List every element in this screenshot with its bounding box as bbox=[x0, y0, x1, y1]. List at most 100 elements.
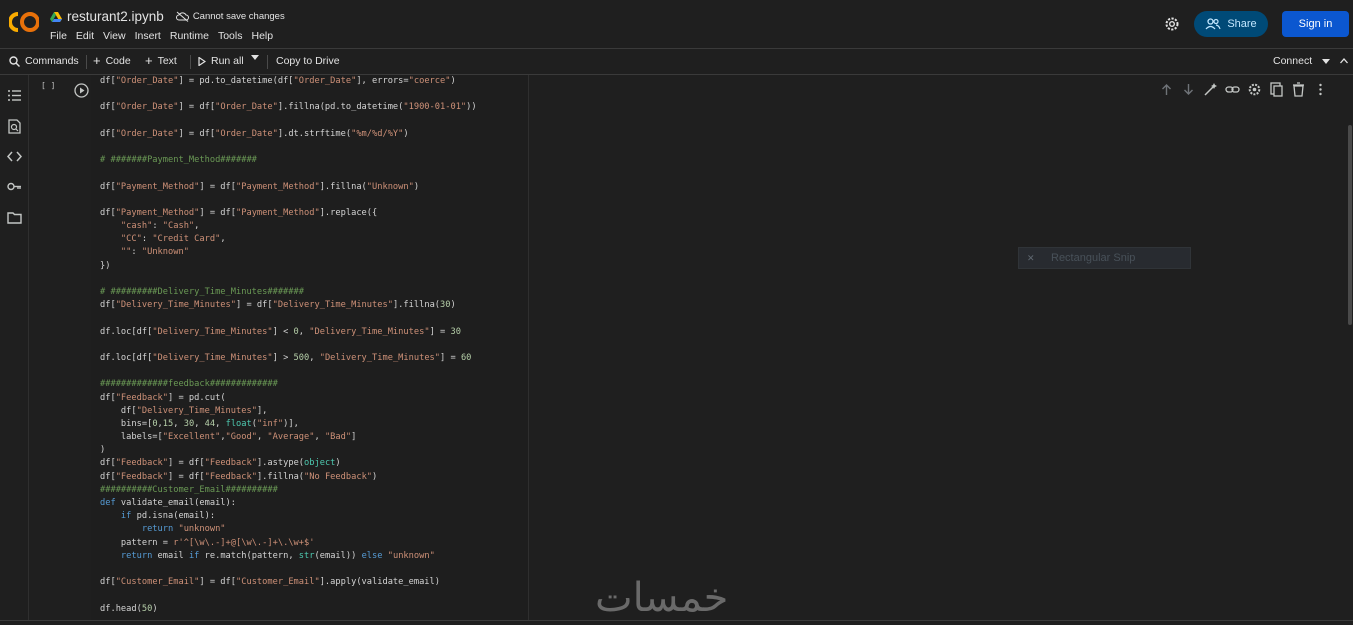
code-line[interactable]: "": "Unknown" bbox=[100, 246, 477, 259]
code-line[interactable]: df["Order_Date"] = pd.to_datetime(df["Or… bbox=[100, 75, 477, 88]
commands-button[interactable]: Commands bbox=[9, 55, 79, 67]
code-line[interactable]: df["Order_Date"] = df["Order_Date"].dt.s… bbox=[100, 128, 477, 141]
code-line[interactable]: ##########Customer_Email########## bbox=[100, 484, 477, 497]
toolbar-divider bbox=[267, 55, 268, 69]
colab-logo-icon[interactable] bbox=[9, 10, 39, 34]
sign-in-button[interactable]: Sign in bbox=[1282, 11, 1349, 37]
code-line[interactable]: df["Delivery_Time_Minutes"] = df["Delive… bbox=[100, 299, 477, 312]
run-cell-play-icon[interactable] bbox=[74, 83, 89, 98]
header-bar: resturant2.ipynb Cannot save changes Fil… bbox=[0, 0, 1353, 48]
toolbar-divider bbox=[86, 55, 87, 69]
code-line[interactable] bbox=[100, 115, 477, 128]
rectangular-snip-overlay[interactable]: ✕ Rectangular Snip bbox=[1018, 247, 1191, 269]
run-all-dropdown[interactable] bbox=[251, 55, 259, 60]
run-all-label: Run all bbox=[211, 55, 244, 67]
share-button[interactable]: Share bbox=[1194, 11, 1268, 37]
code-line[interactable] bbox=[100, 339, 477, 352]
code-line[interactable]: df["Feedback"] = df["Feedback"].astype(o… bbox=[100, 457, 477, 470]
code-line[interactable]: df["Payment_Method"] = df["Payment_Metho… bbox=[100, 181, 477, 194]
code-line[interactable]: #############feedback############# bbox=[100, 378, 477, 391]
menu-tools[interactable]: Tools bbox=[218, 30, 243, 42]
snip-close-icon[interactable]: ✕ bbox=[1027, 253, 1035, 264]
more-options-icon[interactable] bbox=[1313, 82, 1328, 97]
code-line[interactable] bbox=[100, 365, 477, 378]
code-line[interactable]: bins=[0,15, 30, 44, float("inf")], bbox=[100, 418, 477, 431]
link-icon[interactable] bbox=[1225, 82, 1240, 97]
plus-icon: + bbox=[145, 53, 153, 68]
code-line[interactable]: ) bbox=[100, 444, 477, 457]
code-line[interactable] bbox=[100, 312, 477, 325]
drive-icon[interactable] bbox=[50, 11, 62, 23]
files-folder-icon[interactable] bbox=[7, 210, 22, 225]
menu-edit[interactable]: Edit bbox=[76, 30, 94, 42]
find-replace-icon[interactable] bbox=[7, 119, 22, 134]
code-line[interactable]: pattern = r'^[\w\.-]+@[\w\.-]+\.\w+$' bbox=[100, 537, 477, 550]
mirror-cell-icon[interactable] bbox=[1269, 82, 1284, 97]
code-line[interactable] bbox=[100, 563, 477, 576]
menubar: File Edit View Insert Runtime Tools Help bbox=[50, 30, 273, 42]
add-code-button[interactable]: + Code bbox=[93, 54, 131, 67]
save-status[interactable]: Cannot save changes bbox=[175, 11, 285, 22]
menu-insert[interactable]: Insert bbox=[135, 30, 161, 42]
code-line[interactable]: df.loc[df["Delivery_Time_Minutes"] < 0, … bbox=[100, 326, 477, 339]
caret-down-icon bbox=[251, 55, 259, 60]
code-line[interactable]: return "unknown" bbox=[100, 523, 477, 536]
code-line[interactable]: # #########Delivery_Time_Minutes####### bbox=[100, 286, 477, 299]
share-label: Share bbox=[1227, 18, 1257, 30]
code-line[interactable]: "cash": "Cash", bbox=[100, 220, 477, 233]
code-line[interactable] bbox=[100, 273, 477, 286]
notebook-cell-area: [ ] df["Order_Date"] = pd.to_datetime(df… bbox=[29, 75, 1353, 621]
code-line[interactable] bbox=[100, 194, 477, 207]
code-line[interactable] bbox=[100, 88, 477, 101]
code-line[interactable]: df["Feedback"] = pd.cut( bbox=[100, 392, 477, 405]
secrets-key-icon[interactable] bbox=[7, 179, 22, 194]
copy-to-drive-label: Copy to Drive bbox=[276, 55, 340, 67]
title-row: resturant2.ipynb Cannot save changes bbox=[50, 9, 285, 24]
caret-down-icon[interactable] bbox=[1322, 58, 1331, 64]
code-line[interactable]: }) bbox=[100, 260, 477, 273]
collapse-chevron-icon[interactable] bbox=[1340, 58, 1349, 64]
copy-to-drive-button[interactable]: Copy to Drive bbox=[276, 55, 340, 67]
code-line[interactable]: df["Feedback"] = df["Feedback"].fillna("… bbox=[100, 471, 477, 484]
code-line[interactable]: def validate_email(email): bbox=[100, 497, 477, 510]
code-line[interactable]: # #######Payment_Method####### bbox=[100, 154, 477, 167]
menu-runtime[interactable]: Runtime bbox=[170, 30, 209, 42]
menu-help[interactable]: Help bbox=[251, 30, 273, 42]
menu-view[interactable]: View bbox=[103, 30, 126, 42]
menu-file[interactable]: File bbox=[50, 30, 67, 42]
code-line[interactable]: df.head(50) bbox=[100, 603, 477, 616]
toolbar-divider bbox=[190, 55, 191, 69]
code-line[interactable]: df.loc[df["Delivery_Time_Minutes"] > 500… bbox=[100, 352, 477, 365]
code-line[interactable] bbox=[100, 141, 477, 154]
code-snippets-icon[interactable] bbox=[7, 149, 22, 164]
people-icon bbox=[1205, 18, 1221, 30]
text-label: Text bbox=[157, 55, 177, 67]
code-line[interactable]: df["Payment_Method"] = df["Payment_Metho… bbox=[100, 207, 477, 220]
save-status-label: Cannot save changes bbox=[192, 11, 285, 22]
code-line[interactable] bbox=[100, 589, 477, 602]
code-line[interactable]: return email if re.match(pattern, str(em… bbox=[100, 550, 477, 563]
code-line[interactable]: df["Customer_Email"] = df["Customer_Emai… bbox=[100, 576, 477, 589]
code-line[interactable] bbox=[100, 167, 477, 180]
settings-gear-icon[interactable] bbox=[1163, 15, 1181, 33]
code-editor[interactable]: df["Order_Date"] = pd.to_datetime(df["Or… bbox=[91, 75, 529, 620]
code-line[interactable]: df["Delivery_Time_Minutes"], bbox=[100, 405, 477, 418]
page-scrollbar[interactable] bbox=[1348, 125, 1352, 325]
watermark-text: خمسات bbox=[595, 575, 729, 621]
delete-trash-icon[interactable] bbox=[1291, 82, 1306, 97]
add-text-button[interactable]: + Text bbox=[145, 53, 177, 68]
cell-settings-gear-icon[interactable] bbox=[1247, 82, 1262, 97]
code-line[interactable]: "CC": "Credit Card", bbox=[100, 233, 477, 246]
run-all-button[interactable]: Run all bbox=[198, 55, 244, 67]
magic-wand-icon[interactable] bbox=[1203, 82, 1218, 97]
code-line[interactable]: if pd.isna(email): bbox=[100, 510, 477, 523]
move-up-arrow-icon[interactable] bbox=[1159, 82, 1174, 97]
code-content[interactable]: df["Order_Date"] = pd.to_datetime(df["Or… bbox=[100, 75, 477, 616]
connect-button[interactable]: Connect bbox=[1273, 55, 1349, 67]
notebook-title[interactable]: resturant2.ipynb bbox=[67, 9, 164, 24]
play-icon bbox=[198, 56, 206, 66]
move-down-arrow-icon[interactable] bbox=[1181, 82, 1196, 97]
code-line[interactable]: labels=["Excellent","Good", "Average", "… bbox=[100, 431, 477, 444]
code-line[interactable]: df["Order_Date"] = df["Order_Date"].fill… bbox=[100, 101, 477, 114]
table-of-contents-icon[interactable] bbox=[7, 88, 22, 103]
